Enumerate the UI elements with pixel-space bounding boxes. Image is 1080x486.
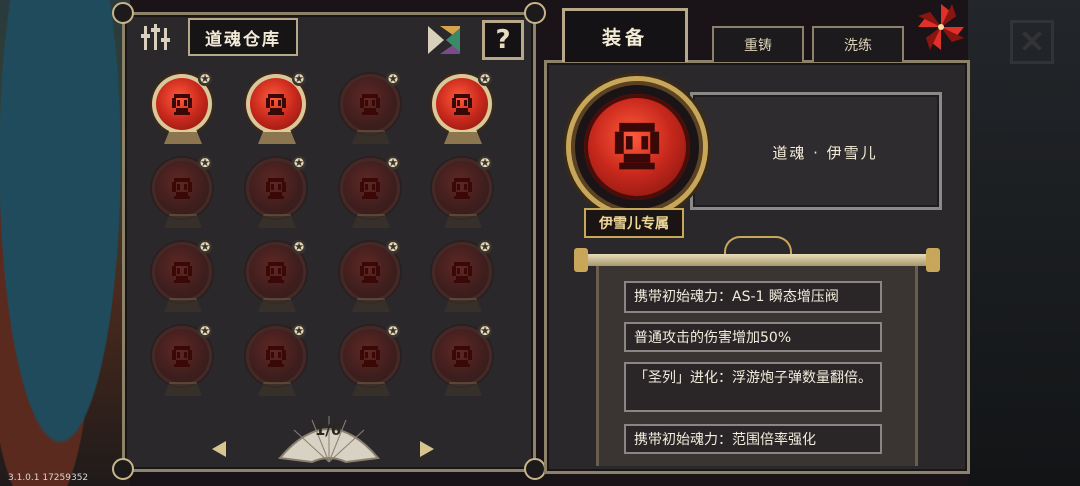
background-scene-right	[968, 0, 1080, 486]
soul-slot[interactable]: ✪	[150, 240, 216, 314]
soul-emblem-icon	[168, 174, 196, 202]
soul-pedestal	[164, 214, 202, 228]
soul-emblem-icon	[448, 174, 476, 202]
effect-line: 携带初始魂力：范围倍率强化	[624, 424, 882, 454]
soul-pedestal	[352, 130, 390, 144]
soul-pedestal	[444, 382, 482, 396]
soul-pedestal	[444, 214, 482, 228]
storage-title: 道魂仓库	[188, 18, 298, 56]
star-icon: ✪	[478, 324, 492, 338]
soul-emblem-icon	[356, 342, 384, 370]
soul-emblem-icon	[168, 342, 196, 370]
corner-ornament	[112, 458, 134, 480]
soul-emblem-icon	[448, 258, 476, 286]
soul-slot[interactable]: ✪	[150, 156, 216, 230]
filter-icon[interactable]	[140, 22, 172, 52]
corner-ornament	[524, 458, 546, 480]
soul-emblem-icon	[448, 90, 476, 118]
star-icon: ✪	[198, 324, 212, 338]
prev-page-arrow-icon[interactable]	[212, 441, 226, 457]
corner-ornament	[112, 2, 134, 24]
soul-slot[interactable]: ✪	[430, 72, 496, 146]
soul-slot[interactable]: ✪	[338, 72, 404, 146]
soul-pedestal	[258, 382, 296, 396]
soul-slot[interactable]: ✪	[150, 72, 216, 146]
soul-emblem-icon	[614, 122, 660, 170]
soul-pedestal	[444, 298, 482, 312]
page-counter: 1/6	[314, 421, 342, 439]
star-icon: ✪	[478, 72, 492, 86]
soul-name: 道魂 · 伊雪儿	[772, 144, 878, 162]
soul-emblem-icon	[262, 342, 290, 370]
star-icon: ✪	[292, 324, 306, 338]
soul-pedestal	[164, 130, 202, 144]
soul-slot[interactable]: ✪	[244, 156, 310, 230]
corner-ornament	[524, 2, 546, 24]
star-icon: ✪	[198, 72, 212, 86]
scroll-rod	[574, 254, 940, 266]
effect-line: 「圣列」进化：浮游炮子弹数量翻倍。	[624, 362, 882, 412]
soul-slot[interactable]: ✪	[430, 240, 496, 314]
soul-pedestal	[258, 214, 296, 228]
soul-pedestal	[164, 382, 202, 396]
sort-icon[interactable]	[424, 22, 468, 58]
scroll-ornament	[724, 236, 792, 256]
soul-pedestal	[258, 298, 296, 312]
soul-emblem-icon	[356, 174, 384, 202]
star-icon: ✪	[292, 156, 306, 170]
exclusive-badge: 伊雪儿专属	[584, 208, 684, 238]
star-icon: ✪	[386, 324, 400, 338]
scroll-rod-end	[574, 248, 588, 272]
soul-pedestal	[444, 130, 482, 144]
soul-pedestal	[352, 298, 390, 312]
background-scene-left	[0, 0, 130, 486]
star-icon: ✪	[292, 72, 306, 86]
soul-emblem-icon	[262, 90, 290, 118]
star-icon: ✪	[478, 240, 492, 254]
soul-slot[interactable]: ✪	[338, 156, 404, 230]
version-label: 3.1.0.1 17259352	[8, 473, 89, 483]
star-icon: ✪	[478, 156, 492, 170]
soul-slot[interactable]: ✪	[338, 324, 404, 398]
soul-pedestal	[258, 130, 296, 144]
soul-pedestal	[164, 298, 202, 312]
tab-equip[interactable]: 装备	[562, 8, 688, 62]
soul-slot[interactable]: ✪	[150, 324, 216, 398]
soul-slot[interactable]: ✪	[430, 156, 496, 230]
soul-emblem-icon	[262, 174, 290, 202]
soul-slot[interactable]: ✪	[430, 324, 496, 398]
soul-slot[interactable]: ✪	[244, 72, 310, 146]
star-icon: ✪	[198, 240, 212, 254]
soul-emblem-icon	[168, 258, 196, 286]
star-icon: ✪	[198, 156, 212, 170]
soul-slot[interactable]: ✪	[244, 240, 310, 314]
close-icon[interactable]	[1010, 20, 1054, 64]
star-icon: ✪	[292, 240, 306, 254]
soul-emblem-icon	[448, 342, 476, 370]
star-icon: ✪	[386, 156, 400, 170]
soul-pedestal	[352, 382, 390, 396]
soul-slot[interactable]: ✪	[338, 240, 404, 314]
soul-emblem-icon	[262, 258, 290, 286]
pinwheel-icon[interactable]	[916, 2, 966, 52]
soul-pedestal	[352, 214, 390, 228]
effect-line: 携带初始魂力：AS-1 瞬态增压阀	[624, 281, 882, 313]
tab-reforge[interactable]: 重铸	[712, 26, 804, 62]
soul-emblem-icon	[356, 90, 384, 118]
soul-emblem-icon	[168, 90, 196, 118]
next-page-arrow-icon[interactable]	[420, 441, 434, 457]
star-icon: ✪	[386, 72, 400, 86]
soul-slot[interactable]: ✪	[244, 324, 310, 398]
help-button[interactable]: ?	[482, 20, 524, 60]
tab-refine[interactable]: 洗练	[812, 26, 904, 62]
effect-line: 普通攻击的伤害增加50%	[624, 322, 882, 352]
soul-emblem-icon	[356, 258, 384, 286]
scroll-rod-end	[926, 248, 940, 272]
star-icon: ✪	[386, 240, 400, 254]
